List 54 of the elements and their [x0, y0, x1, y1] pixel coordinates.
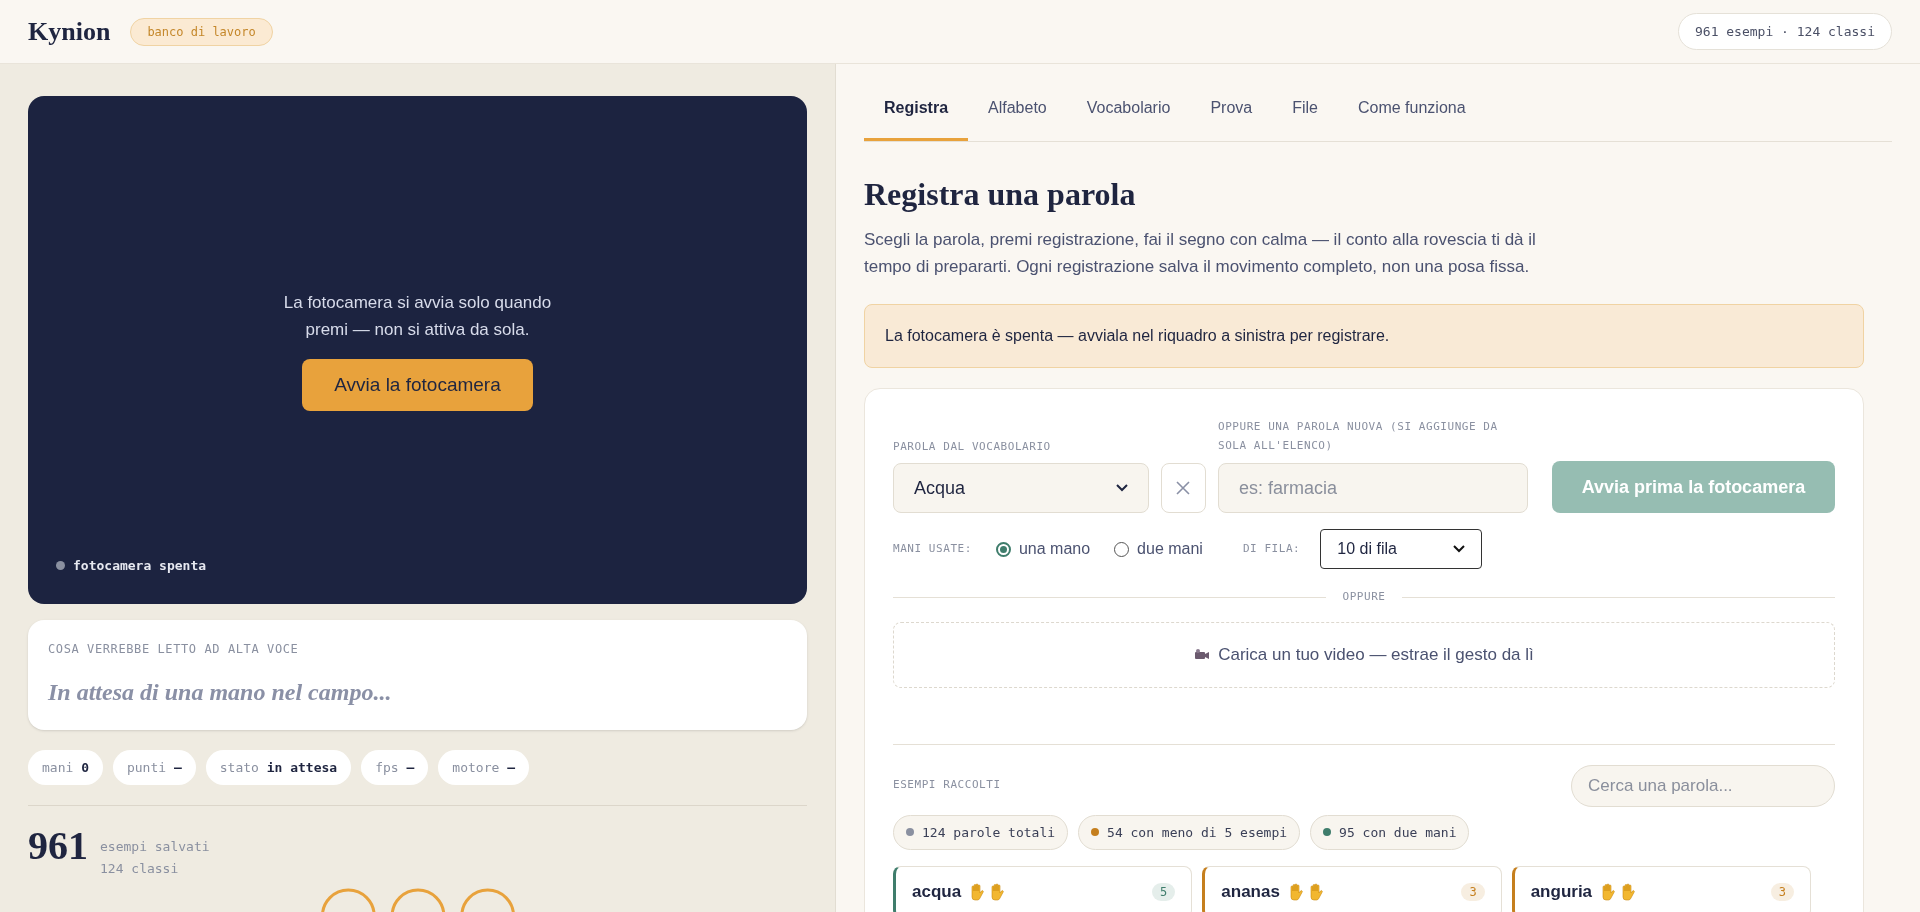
filter-chip[interactable]: 124 parole totali [893, 814, 1069, 850]
field-label: PAROLA DAL VOCABOLARIO [893, 438, 1052, 455]
repeat-select[interactable]: 10 di fila [1320, 529, 1483, 569]
chevron-down-icon [1116, 484, 1128, 492]
hands-radio[interactable]: una mano [995, 537, 1091, 561]
tab[interactable]: Registra [864, 78, 969, 141]
field-label: OPPURE UNA PAROLA NUOVA (SI AGGIUNGE DA SOLA ALL'ELENCO) [1217, 419, 1499, 454]
hands-label: MANI USATE: [893, 540, 972, 557]
tab[interactable]: File [1272, 78, 1338, 141]
speech-text: In attesa di una mano nel campo... [48, 677, 393, 707]
word-name: ananas [1221, 881, 1280, 903]
hands-radio[interactable]: due mani [1114, 537, 1203, 561]
start-camera-button[interactable]: Avvia la fotocamera [302, 358, 533, 412]
camera-message: La fotocamera si avvia solo quando premi — non si attiva da sola. [282, 291, 553, 341]
filter-chip[interactable]: 95 con due mani [1310, 814, 1470, 850]
close-icon [1176, 481, 1191, 495]
camera-status: fotocamera spenta [73, 557, 207, 576]
example-count: 961 [28, 826, 88, 867]
logo: Kynion [28, 16, 111, 48]
word-card[interactable]: anguria 3 [1511, 866, 1811, 912]
summary-pill: 961 esempi · 124 classi [1678, 12, 1892, 51]
word-card[interactable]: ananas 3 [1202, 866, 1502, 912]
word-name: acqua [912, 881, 962, 903]
tab[interactable]: Vocabolario [1066, 78, 1191, 141]
tab[interactable]: Come funziona [1337, 78, 1486, 141]
count-badge: 3 [1461, 882, 1485, 901]
stat-pill: motore — [438, 749, 529, 786]
tab[interactable]: Alfabeto [968, 78, 1067, 141]
divider-label: OPPURE [1342, 589, 1386, 605]
stat-pill: fps — [361, 749, 429, 786]
page-title: Registra una parola [864, 175, 1137, 214]
word-name: anguria [1530, 881, 1593, 903]
speech-label: COSA VERREBBE LETTO AD ALTA VOCE [48, 640, 300, 658]
tab[interactable]: Prova [1190, 78, 1273, 141]
search-field[interactable]: Cerca una parola... [1571, 764, 1835, 807]
new-word-field[interactable]: es: farmacia [1217, 463, 1528, 513]
intro-text: Scegli la parola, premi registrazione, fai il segno con calma — il conto alla rovescia ti dà il tempo di prepararti. Ogni registrazione salva il movimento completo, non una posa fissa. [864, 229, 1537, 278]
stat-pill: mani 0 [28, 749, 103, 786]
count-badge: 3 [1770, 882, 1794, 901]
filter-chip[interactable]: 54 con meno di 5 esempi [1078, 814, 1301, 850]
count-caption: esempi salvati [100, 838, 210, 857]
mode-badge: banco di lavoro [130, 17, 273, 46]
chevron-down-icon [1453, 545, 1466, 553]
camera-notice: La fotocamera è spenta — avviala nel riquadro a sinistra per registrare. [864, 304, 1864, 368]
clear-button[interactable] [1161, 463, 1206, 513]
stat-pill: stato in attesa [205, 749, 352, 786]
count-badge: 5 [1152, 882, 1176, 901]
word-card[interactable]: acqua 5 [893, 866, 1193, 912]
upload-video-button[interactable]: Carica un tuo video — estrae il gesto da lì [893, 621, 1835, 688]
stat-pill: punti — [112, 749, 196, 786]
class-count: 124 classi [100, 860, 180, 879]
section-label: ESEMPI RACCOLTI [893, 777, 1001, 794]
repeat-label: DI FILA: [1242, 540, 1301, 557]
word-select[interactable]: Acqua [893, 463, 1149, 513]
